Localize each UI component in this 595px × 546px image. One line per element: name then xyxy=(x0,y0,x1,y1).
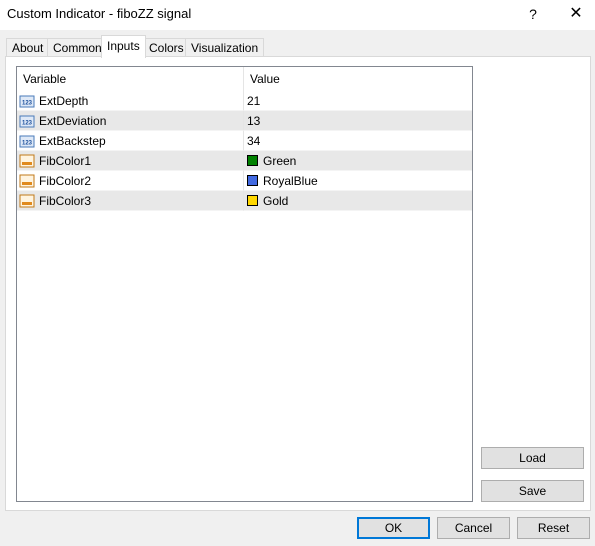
integer-param-icon: 123 xyxy=(19,115,35,128)
variable-cell: 123 ExtBackstep xyxy=(17,131,244,151)
color-swatch xyxy=(247,175,258,186)
inputs-grid: Variable Value 123 ExtDepth 21 123 ExtDe… xyxy=(16,66,473,502)
svg-text:123: 123 xyxy=(22,101,33,107)
variable-name: FibColor3 xyxy=(39,194,92,208)
title-bar: Custom Indicator - fiboZZ signal ? ✕ xyxy=(0,0,595,30)
value-cell[interactable]: Gold xyxy=(244,191,472,211)
variable-name: ExtDepth xyxy=(39,94,89,108)
variable-cell: FibColor3 xyxy=(17,191,244,211)
close-button[interactable]: ✕ xyxy=(558,0,594,30)
value-cell[interactable]: Green xyxy=(244,151,472,171)
svg-text:123: 123 xyxy=(22,141,33,147)
table-row[interactable]: FibColor1 Green xyxy=(17,151,472,171)
variable-cell: FibColor2 xyxy=(17,171,244,191)
column-header-variable[interactable]: Variable xyxy=(17,67,244,91)
table-row[interactable]: 123 ExtDeviation 13 xyxy=(17,111,472,131)
grid-header: Variable Value xyxy=(17,67,472,91)
tab-common[interactable]: Common xyxy=(47,38,108,57)
value-cell[interactable]: 21 xyxy=(244,91,472,111)
save-button[interactable]: Save xyxy=(481,480,584,502)
color-swatch xyxy=(247,155,258,166)
svg-text:123: 123 xyxy=(22,121,33,127)
variable-name: FibColor2 xyxy=(39,174,92,188)
table-row[interactable]: FibColor2 RoyalBlue xyxy=(17,171,472,191)
window-title: Custom Indicator - fiboZZ signal xyxy=(7,6,192,21)
table-row[interactable]: 123 ExtDepth 21 xyxy=(17,91,472,111)
value-text: 13 xyxy=(247,114,261,128)
table-row[interactable]: 123 ExtBackstep 34 xyxy=(17,131,472,151)
tab-inputs[interactable]: Inputs xyxy=(101,35,146,58)
tab-visualization[interactable]: Visualization xyxy=(185,38,265,57)
variable-cell: 123 ExtDepth xyxy=(17,91,244,111)
color-swatch xyxy=(247,195,258,206)
integer-param-icon: 123 xyxy=(19,135,35,148)
tab-about[interactable]: About xyxy=(6,38,50,57)
variable-name: ExtDeviation xyxy=(39,114,107,128)
variable-name: ExtBackstep xyxy=(39,134,106,148)
value-cell[interactable]: 34 xyxy=(244,131,472,151)
table-row[interactable]: FibColor3 Gold xyxy=(17,191,472,211)
value-text: Green xyxy=(263,154,297,168)
value-text: RoyalBlue xyxy=(263,174,318,188)
color-param-icon xyxy=(19,154,35,168)
tab-colors[interactable]: Colors xyxy=(143,38,190,57)
color-param-icon xyxy=(19,174,35,188)
load-button[interactable]: Load xyxy=(481,447,584,469)
value-text: 34 xyxy=(247,134,261,148)
value-text: 21 xyxy=(247,94,261,108)
integer-param-icon: 123 xyxy=(19,95,35,108)
variable-cell: FibColor1 xyxy=(17,151,244,171)
column-header-value[interactable]: Value xyxy=(244,67,472,91)
ok-button[interactable]: OK xyxy=(357,517,430,539)
help-button[interactable]: ? xyxy=(515,0,551,30)
value-cell[interactable]: 13 xyxy=(244,111,472,131)
value-text: Gold xyxy=(263,194,289,208)
value-cell[interactable]: RoyalBlue xyxy=(244,171,472,191)
cancel-button[interactable]: Cancel xyxy=(437,517,510,539)
variable-name: FibColor1 xyxy=(39,154,92,168)
variable-cell: 123 ExtDeviation xyxy=(17,111,244,131)
color-param-icon xyxy=(19,194,35,208)
reset-button[interactable]: Reset xyxy=(517,517,590,539)
